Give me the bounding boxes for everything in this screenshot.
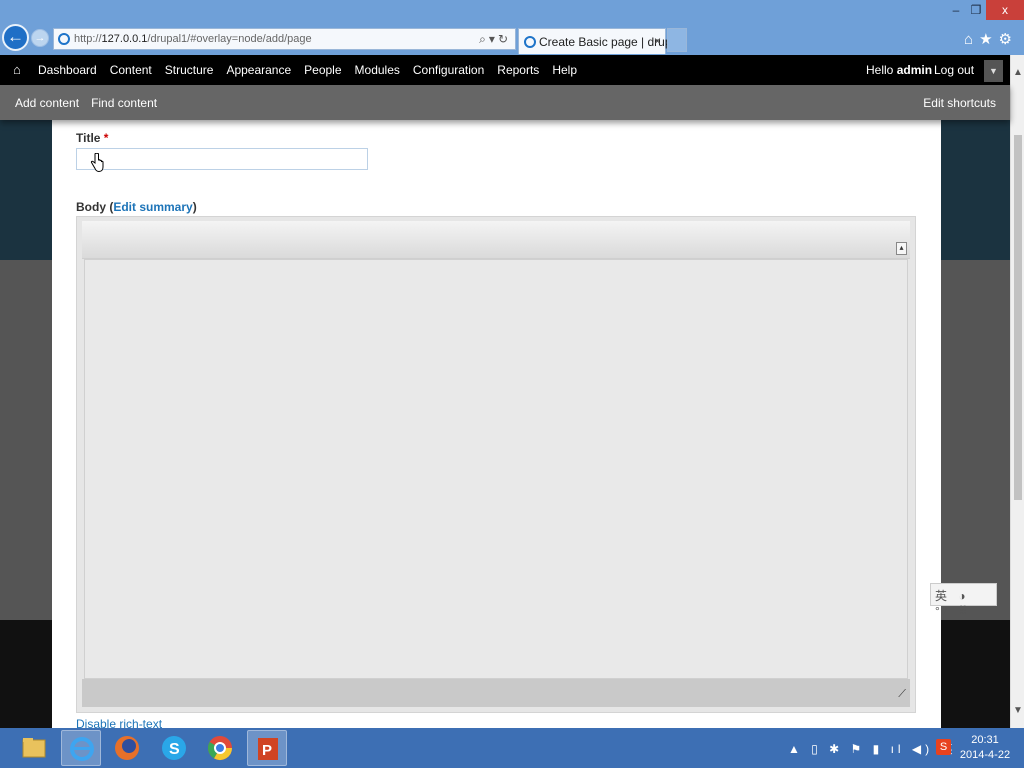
restore-button[interactable]: ❐	[966, 0, 986, 20]
body-label: Body (Edit summary)	[76, 200, 197, 214]
clock-date: 2014-4-22	[959, 749, 1011, 761]
close-window-button[interactable]: x	[986, 0, 1024, 20]
windows-taskbar: S P ▲ ▯ ✱ ⚑ ▮ ıl ◀) 英 S 20:31 2014-4-22	[0, 728, 1024, 768]
scroll-thumb[interactable]	[1014, 135, 1022, 500]
page-scrollbar[interactable]: ▲ ▼	[1010, 55, 1024, 728]
edit-summary-link[interactable]: Edit summary	[113, 200, 192, 214]
title-input[interactable]	[76, 148, 368, 170]
admin-menu: Dashboard Content Structure Appearance P…	[38, 63, 577, 77]
star-icon[interactable]: ★	[979, 31, 998, 48]
menu-item-people[interactable]: People	[304, 63, 341, 77]
menu-item-appearance[interactable]: Appearance	[226, 63, 291, 77]
address-tools: ⌕▾↻	[479, 32, 511, 47]
menu-item-structure[interactable]: Structure	[165, 63, 214, 77]
hand-cursor-icon	[90, 153, 104, 173]
new-tab-button[interactable]	[667, 28, 687, 52]
scroll-up-icon[interactable]: ▲	[1013, 67, 1023, 78]
menu-item-content[interactable]: Content	[110, 63, 152, 77]
compat-view-icon[interactable]: ▾	[489, 32, 498, 46]
internet-explorer-icon[interactable]	[61, 730, 101, 766]
forward-arrow-icon[interactable]: →	[31, 29, 49, 47]
tab-favicon-icon	[524, 36, 536, 48]
clock-time: 20:31	[971, 734, 999, 746]
browser-tab[interactable]: Create Basic page | drup... ×	[518, 28, 682, 54]
menu-item-dashboard[interactable]: Dashboard	[38, 63, 97, 77]
menu-item-configuration[interactable]: Configuration	[413, 63, 484, 77]
resize-grip-icon[interactable]: ⟋	[898, 688, 906, 701]
shortcut-links: Add content Find content	[15, 96, 157, 110]
minimize-button[interactable]: –	[946, 0, 966, 20]
logout-link[interactable]: Log out	[934, 63, 974, 77]
svg-text:P: P	[262, 742, 272, 759]
user-greeting: Hello admin	[866, 63, 933, 77]
menu-item-modules[interactable]: Modules	[355, 63, 400, 77]
skype-icon[interactable]: S	[154, 730, 194, 766]
ime-toolbar[interactable]: 英 ◑ °/ ⠿	[930, 583, 997, 618]
svg-text:S: S	[169, 741, 180, 758]
chrome-icon[interactable]	[200, 730, 240, 766]
browser-chrome: – ❐ x ← → http://127.0.0.1/drupal1/#over…	[0, 0, 1024, 55]
powerpoint-icon[interactable]: P	[247, 730, 287, 766]
body-textarea[interactable]	[84, 259, 908, 679]
scroll-down-icon[interactable]: ▼	[1013, 705, 1023, 716]
file-explorer-icon[interactable]	[14, 730, 54, 766]
shortcut-add-content[interactable]: Add content	[15, 96, 79, 110]
firefox-icon[interactable]	[107, 730, 147, 766]
search-icon[interactable]: ⌕	[479, 32, 489, 46]
sogou-ime-icon[interactable]: S	[936, 739, 951, 755]
tab-close-icon[interactable]: ×	[654, 34, 661, 48]
menu-item-help[interactable]: Help	[552, 63, 577, 77]
title-label: Title *	[76, 131, 109, 145]
body-editor: ▴ ⟋	[76, 216, 916, 713]
edit-shortcuts-link[interactable]: Edit shortcuts	[923, 96, 996, 110]
required-mark: *	[103, 131, 109, 145]
node-add-form: Title * Body (Edit summary) ▴ ⟋ Disable …	[52, 120, 941, 728]
window-controls: – ❐ x	[946, 0, 1024, 20]
collapse-toolbar-button[interactable]: ▴	[896, 242, 907, 255]
system-tray[interactable]: ▲ ▯ ✱ ⚑ ▮ ıl ◀) 英	[788, 740, 956, 757]
address-bar[interactable]: http://127.0.0.1/drupal1/#overlay=node/a…	[53, 28, 516, 50]
username-link[interactable]: admin	[897, 63, 932, 77]
back-arrow-icon[interactable]: ←	[2, 24, 29, 51]
address-url[interactable]: http://127.0.0.1/drupal1/#overlay=node/a…	[74, 33, 312, 45]
menu-item-reports[interactable]: Reports	[497, 63, 539, 77]
taskbar-clock[interactable]: 20:31 2014-4-22	[958, 733, 1012, 763]
refresh-icon[interactable]: ↻	[498, 32, 511, 46]
chevron-down-icon[interactable]: ▼	[984, 60, 1003, 82]
browser-right-icons: ⌂★⚙	[964, 30, 1018, 48]
site-favicon-icon	[58, 33, 70, 45]
gear-icon[interactable]: ⚙	[999, 31, 1018, 48]
home-icon[interactable]: ⌂	[964, 31, 979, 48]
disable-rich-text-link[interactable]: Disable rich-text	[76, 717, 162, 728]
home-icon[interactable]: ⌂	[13, 62, 21, 77]
shortcuts-bar: Add content Find content Edit shortcuts	[0, 85, 1010, 120]
admin-toolbar: ⌂ Dashboard Content Structure Appearance…	[0, 55, 1010, 85]
editor-status-bar: ⟋	[82, 679, 910, 707]
editor-toolbar: ▴	[82, 221, 910, 259]
shortcut-find-content[interactable]: Find content	[91, 96, 157, 110]
